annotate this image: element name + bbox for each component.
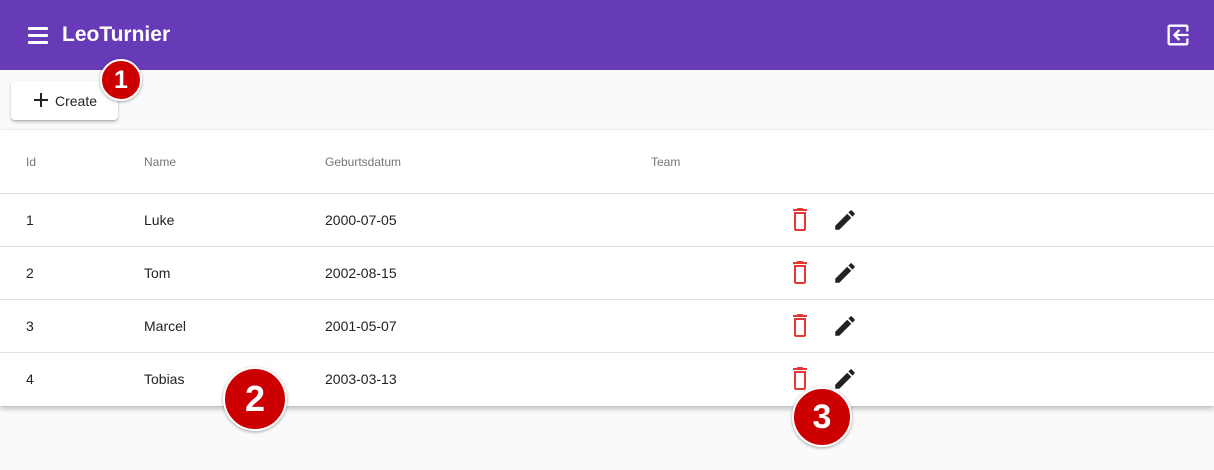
create-button-label: Create [55,93,98,109]
cell-name: Marcel [144,318,187,334]
pencil-icon [835,369,855,389]
menu-icon-line-3 [28,41,48,44]
trash-icon [793,208,807,231]
cell-birthdate: 2001-05-07 [325,318,397,334]
cell-id: 4 [26,371,34,387]
trash-icon [793,261,807,284]
cell-name: Tobias [144,371,185,387]
header-name: Name [144,155,177,169]
menu-icon-line-2 [28,34,48,37]
cell-id: 1 [26,212,34,228]
edit-button[interactable] [832,366,858,392]
pencil-icon [835,316,855,336]
edit-button[interactable] [832,313,858,339]
header-id: Id [26,155,37,169]
login-button[interactable] [1164,21,1192,49]
annotation-marker-3: 3 [792,387,852,447]
app-toolbar: LeoTurnier [0,0,1214,70]
cell-birthdate: 2003-03-13 [325,371,397,387]
cell-id: 2 [26,265,34,281]
menu-button[interactable] [26,23,52,47]
edit-button[interactable] [832,207,858,233]
table-row: 2 Tom 2002-08-15 [0,247,1214,300]
trash-icon [793,314,807,337]
players-table: Id Name Geburtsdatum Team 1 Luke 2000-07… [0,130,1214,406]
plus-icon [34,93,48,107]
annotation-marker-2: 2 [223,367,287,431]
cell-id: 3 [26,318,34,334]
table-row: 1 Luke 2000-07-05 [0,194,1214,247]
menu-icon-line-1 [28,27,48,30]
cell-birthdate: 2002-08-15 [325,265,397,281]
table-row: 3 Marcel 2001-05-07 [0,300,1214,353]
edit-button[interactable] [832,260,858,286]
delete-button[interactable] [788,260,812,286]
annotation-marker-1: 1 [100,59,142,101]
delete-button[interactable] [788,366,812,392]
header-team: Team [651,155,681,169]
delete-button[interactable] [788,207,812,233]
table-row: 4 Tobias 2003-03-13 [0,353,1214,406]
login-icon [1167,24,1189,46]
cell-name: Luke [144,212,175,228]
header-geburtsdatum: Geburtsdatum [325,155,402,169]
cell-name: Tom [144,265,171,281]
app-title: LeoTurnier [62,23,171,46]
delete-button[interactable] [788,313,812,339]
cell-birthdate: 2000-07-05 [325,212,397,228]
pencil-icon [835,263,855,283]
pencil-icon [835,210,855,230]
table-header: Id Name Geburtsdatum Team [0,130,1214,194]
trash-icon [793,367,807,390]
